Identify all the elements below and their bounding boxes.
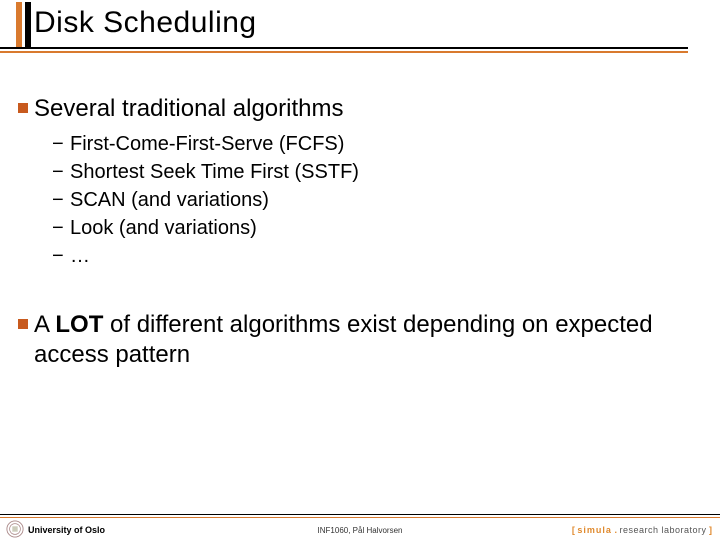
slide-title: Disk Scheduling [34, 6, 257, 40]
bullet-1-sublist: First-Come-First-Serve (FCFS) Shortest S… [52, 130, 694, 270]
footer-rule-black [0, 514, 720, 515]
title-underline-black [0, 47, 688, 49]
slide-body: Several traditional algorithms First-Com… [34, 94, 694, 378]
sub-item: First-Come-First-Serve (FCFS) [52, 130, 694, 158]
title-underline-orange [0, 51, 688, 53]
square-bullet-icon [18, 103, 28, 113]
title-accent-orange [16, 2, 22, 48]
square-bullet-icon [18, 319, 28, 329]
footer-brand: simula [577, 525, 612, 535]
bullet-2-post: of different algorithms exist depending … [34, 311, 653, 368]
sub-item: Look (and variations) [52, 214, 694, 242]
bullet-2: A LOT of different algorithms exist depe… [34, 310, 694, 370]
bullet-2-text: A LOT of different algorithms exist depe… [34, 310, 694, 370]
footer-lab: research laboratory [619, 525, 706, 535]
bullet-2-bold: LOT [55, 311, 103, 338]
bracket-close-icon: ] [707, 525, 713, 535]
sub-item: … [52, 242, 694, 270]
footer: University of Oslo INF1060, Pål Halvorse… [0, 516, 720, 540]
title-accent-black [25, 2, 31, 48]
slide: Disk Scheduling Several traditional algo… [0, 0, 720, 540]
sub-item: SCAN (and variations) [52, 186, 694, 214]
bullet-1-text: Several traditional algorithms [34, 94, 694, 124]
bullet-1: Several traditional algorithms First-Com… [34, 94, 694, 270]
footer-right: [ simula . research laboratory ] [572, 525, 712, 535]
bullet-2-pre: A [34, 311, 55, 338]
sub-item: Shortest Seek Time First (SSTF) [52, 158, 694, 186]
